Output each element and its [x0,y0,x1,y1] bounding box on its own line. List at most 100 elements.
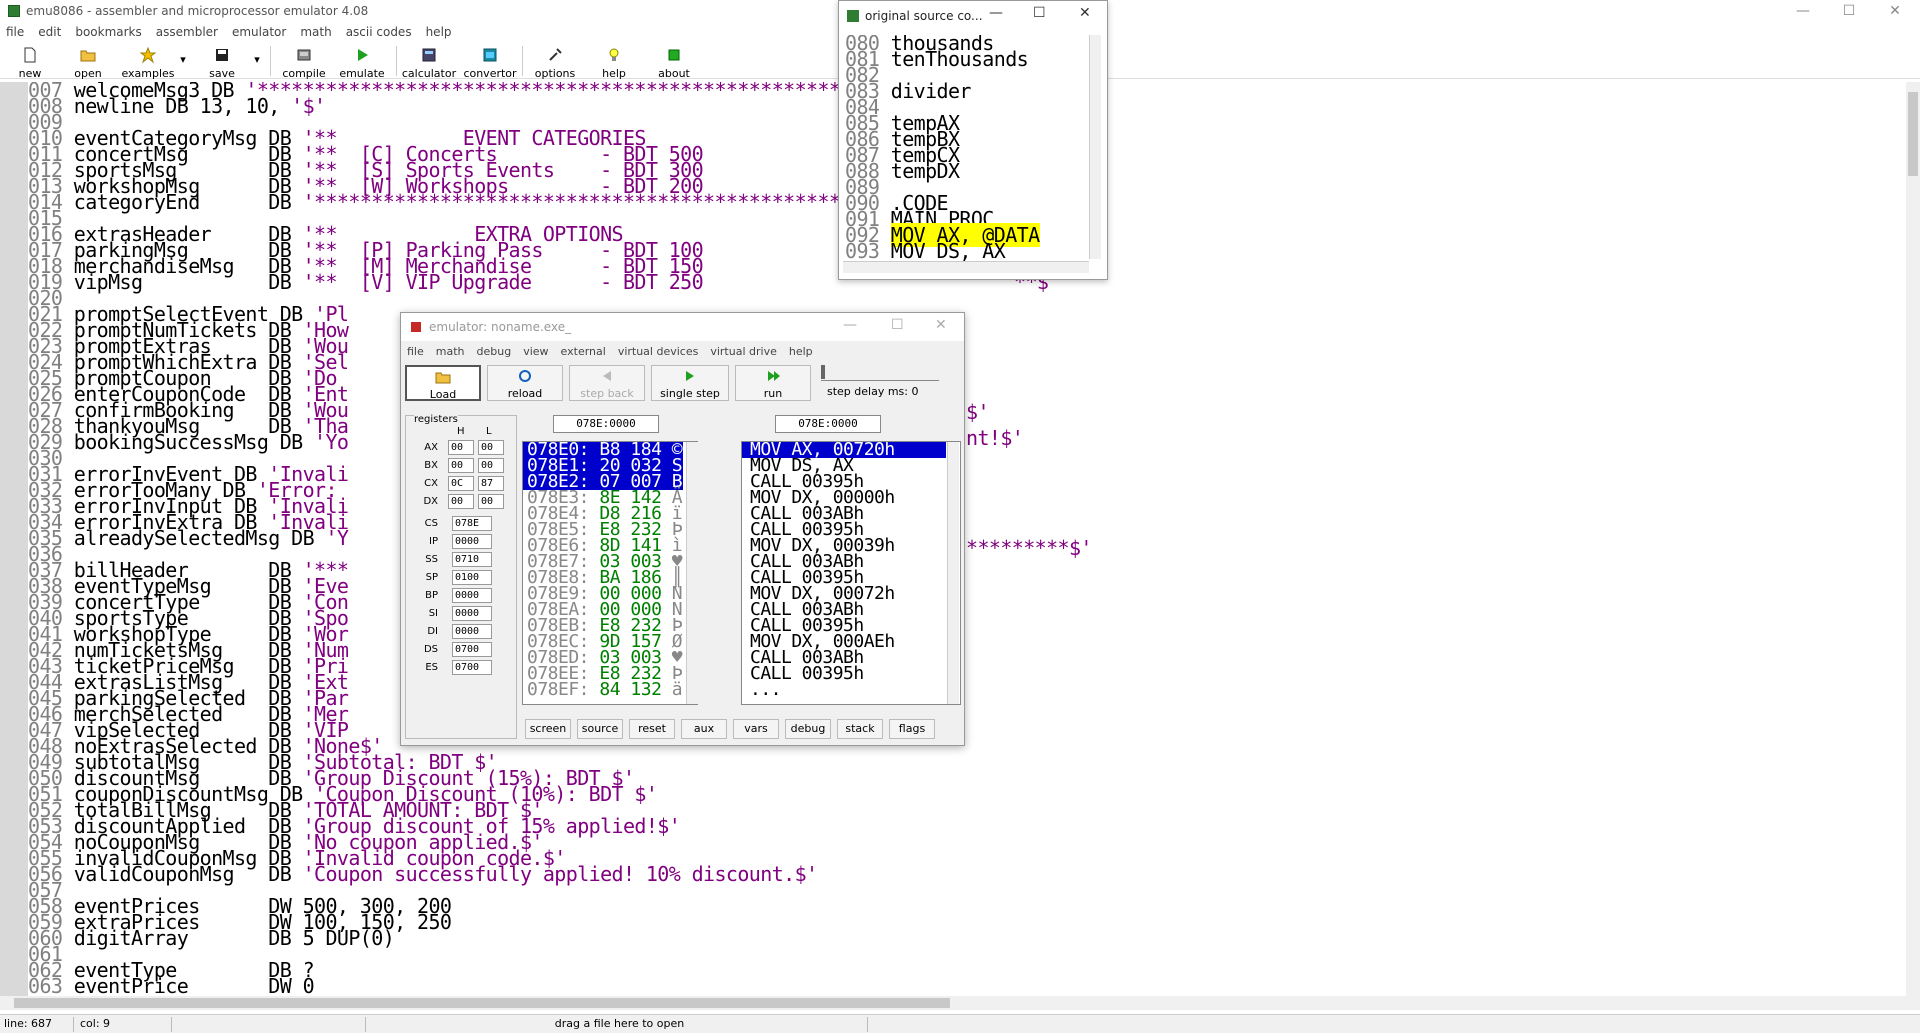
emulator-maximize-button[interactable]: ☐ [891,317,904,333]
screen-button[interactable]: screen [525,719,571,739]
memory-row[interactable]: 078EF: 84 132 ä [523,681,683,699]
menu-math[interactable]: math [300,25,331,39]
new-button[interactable]: new [10,45,50,80]
original-source-window[interactable]: original source co... — ☐ ✕ 080 thousand… [838,0,1108,280]
editor-horizontal-scrollbar[interactable] [0,996,1920,1010]
vars-button[interactable]: vars [733,719,779,739]
register-low-byte[interactable]: 00 [478,458,504,473]
source-window-titlebar: original source co... [839,1,1107,31]
step-back-button[interactable]: step back [569,365,645,401]
memory-address-input[interactable]: 078E:0000 [553,415,659,433]
status-line: line: 687 [0,1017,74,1032]
source-code-view[interactable]: 080 thousands 081 tenThousands 082 083 div… [843,35,1083,261]
save-dropdown-icon[interactable]: ▾ [252,53,262,85]
calculator-button[interactable]: calculator [400,45,458,80]
step-delay-slider[interactable] [821,365,939,381]
minimize-button[interactable]: — [1780,0,1826,22]
memory-scrollbar[interactable] [686,442,698,704]
register-high-byte[interactable]: 00 [448,458,474,473]
register-value[interactable]: 0710 [452,552,492,567]
help-label: help [602,67,626,80]
disasm-row[interactable]: ... [742,681,946,699]
source-close-button[interactable]: ✕ [1079,5,1091,21]
run-button[interactable]: run [735,365,811,401]
emu-menu-virtual-drive[interactable]: virtual drive [710,345,777,358]
source-code-text: tenThousands [890,47,1029,71]
reload-button[interactable]: reload [487,365,563,401]
source-line: 093 MOV DS, AX [845,241,1006,261]
examples-button[interactable]: examples [118,45,178,80]
emulator-close-button[interactable]: ✕ [935,317,947,333]
menu-assembler[interactable]: assembler [156,25,218,39]
help-button[interactable]: help [594,45,634,80]
emu-menu-help[interactable]: help [789,345,813,358]
menu-emulator[interactable]: emulator [232,25,286,39]
source-code-text: MOV DS, AX [890,239,1006,261]
source-maximize-button[interactable]: ☐ [1033,5,1046,21]
new-label: new [18,67,42,80]
about-label: about [658,67,690,80]
slider-thumb[interactable] [821,365,825,379]
register-high-byte[interactable]: 0C [448,476,474,491]
about-button[interactable]: about [650,45,698,80]
compile-button[interactable]: compile [278,45,330,80]
flags-button[interactable]: flags [889,719,935,739]
options-button[interactable]: options [530,45,580,80]
aux-button[interactable]: aux [681,719,727,739]
register-value[interactable]: 0700 [452,660,492,675]
examples-dropdown-icon[interactable]: ▾ [178,53,188,85]
emu-menu-debug[interactable]: debug [477,345,512,358]
emulate-button[interactable]: emulate [334,45,390,80]
single-step-button[interactable]: single step [651,365,729,401]
save-button[interactable]: save [200,45,244,80]
scroll-thumb[interactable] [14,998,950,1008]
scroll-thumb[interactable] [1908,92,1918,176]
register-value[interactable]: 0000 [452,606,492,621]
maximize-button[interactable]: ☐ [1826,0,1872,22]
register-value[interactable]: 0000 [452,624,492,639]
register-low-byte[interactable]: 00 [478,440,504,455]
disasm-address-input[interactable]: 078E:0000 [775,415,881,433]
emu-menu-virtual-devices[interactable]: virtual devices [618,345,699,358]
emulator-window[interactable]: emulator: noname.exe_ — ☐ ✕ file math de… [400,312,965,746]
open-button[interactable]: open [66,45,110,80]
emu-menu-math[interactable]: math [436,345,465,358]
memory-list[interactable]: 078E0: B8 184 © 078E1: 20 032 S 078E2: 07 … [522,441,698,705]
register-low-byte[interactable]: 00 [478,494,504,509]
disasm-scrollbar[interactable] [947,442,959,704]
editor-vertical-scrollbar[interactable] [1906,82,1920,996]
register-value[interactable]: 0000 [452,534,492,549]
source-hscrollbar[interactable] [843,261,1089,273]
menu-ascii-codes[interactable]: ascii codes [346,25,412,39]
source-minimize-button[interactable]: — [989,5,1003,21]
source-scrollbar[interactable] [1089,35,1101,259]
emu-menu-view[interactable]: view [523,345,548,358]
menu-help[interactable]: help [426,25,452,39]
register-high-byte[interactable]: 00 [448,494,474,509]
disassembly-list[interactable]: MOV AX, 00720h MOV DS, AX CALL 00395h MOV D… [741,441,961,705]
menu-bookmarks[interactable]: bookmarks [75,25,141,39]
register-label: AX [424,442,438,453]
register-value[interactable]: 078E [452,516,492,531]
source-button[interactable]: source [577,719,623,739]
string-literal: 'Y [325,526,349,550]
code-text: validCouponMsg DB [73,862,303,886]
reset-button[interactable]: reset [629,719,675,739]
emulator-minimize-button[interactable]: — [843,317,857,333]
emu-menu-external[interactable]: external [561,345,606,358]
save-disk-icon [216,49,228,61]
register-value[interactable]: 0700 [452,642,492,657]
menu-file[interactable]: file [6,25,24,39]
emu-menu-file[interactable]: file [407,345,424,358]
register-low-byte[interactable]: 87 [478,476,504,491]
register-value[interactable]: 0100 [452,570,492,585]
register-value[interactable]: 0000 [452,588,492,603]
load-button[interactable]: Load [405,365,481,401]
code-fragment: $' [966,400,989,424]
convertor-button[interactable]: convertor [462,45,518,80]
menu-edit[interactable]: edit [38,25,61,39]
stack-button[interactable]: stack [837,719,883,739]
debug-button[interactable]: debug [785,719,831,739]
register-high-byte[interactable]: 00 [448,440,474,455]
close-button[interactable]: ✕ [1872,0,1918,22]
